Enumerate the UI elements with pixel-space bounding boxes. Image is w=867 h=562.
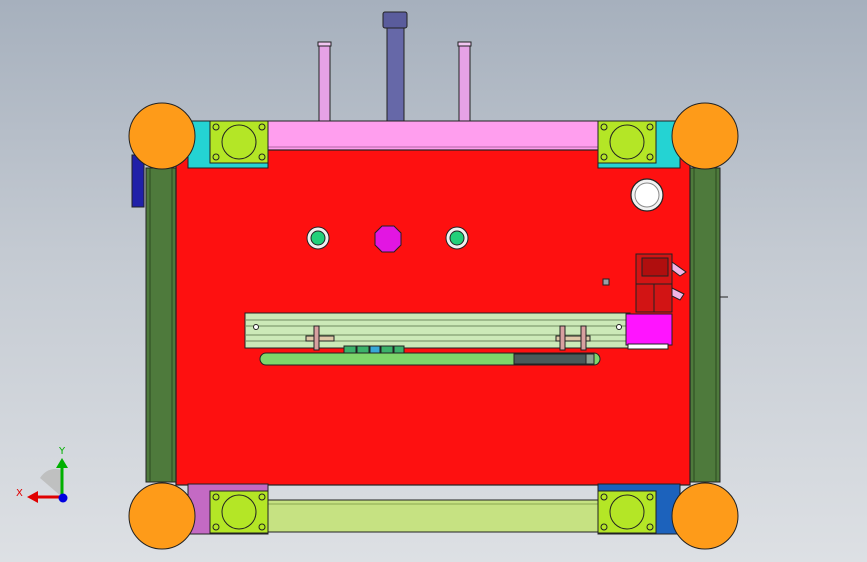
bearing-block-top-left [209, 120, 269, 164]
linear-slide-rail [244, 312, 631, 351]
wheel-bottom-left [128, 482, 196, 550]
wheel-top-right [671, 102, 739, 170]
center-blue-rod-head [382, 11, 408, 29]
right-pink-rod [458, 43, 471, 123]
cad-model-view[interactable]: Y X [0, 0, 867, 562]
wheel-top-left [128, 102, 196, 170]
magenta-knob [374, 225, 402, 253]
small-marker [602, 278, 610, 286]
cad-viewport[interactable]: Y X [0, 0, 867, 562]
wheel-bottom-right [671, 482, 739, 550]
right-pink-rod-cap [457, 41, 472, 47]
bearing-block-bottom-left [209, 490, 269, 534]
top-rods [317, 11, 472, 123]
coordinate-triad: Y X [16, 446, 68, 503]
bearing-block-bottom-right [597, 490, 657, 534]
left-pink-rod-cap [317, 41, 332, 47]
x-axis-label: X [16, 488, 23, 499]
y-axis-label: Y [58, 446, 66, 457]
z-axis-dot [58, 493, 68, 503]
magenta-block [625, 313, 673, 346]
right-green-hole [445, 226, 469, 250]
left-green-hole [306, 226, 330, 250]
left-pink-rod [318, 43, 331, 123]
bearing-block-top-right [597, 120, 657, 164]
bottom-green-bar [265, 499, 602, 533]
center-blue-rod [386, 25, 405, 123]
dark-slider [513, 353, 587, 365]
